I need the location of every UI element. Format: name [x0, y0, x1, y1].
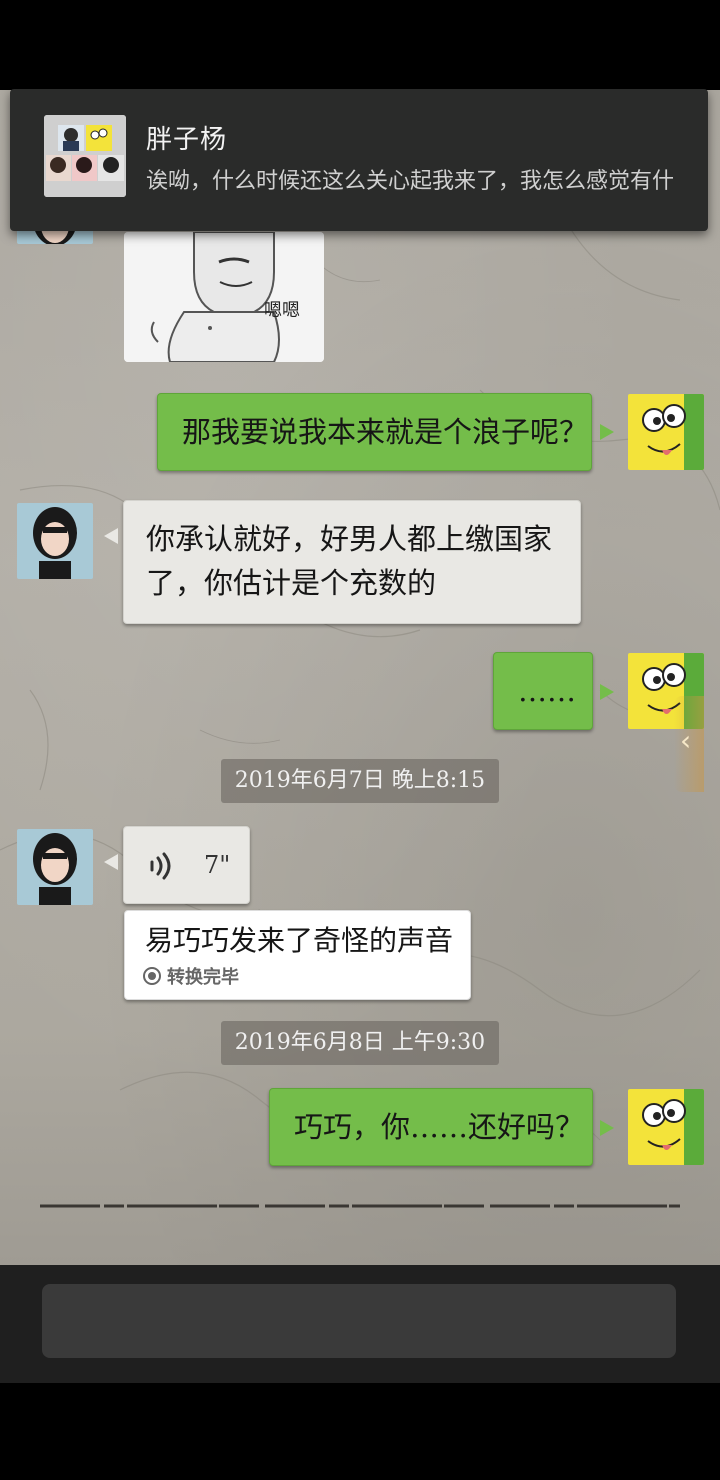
paper-edge — [40, 1204, 680, 1208]
notification-text: 诶呦，什么时候还这么关心起我来了，我怎么感觉有什 — [146, 169, 675, 194]
timestamp-text: 2019年6月8日 上午9:30 — [234, 1030, 486, 1055]
sticker-image[interactable]: 嗯嗯 — [124, 232, 324, 362]
chevron-left-icon: ‹ — [680, 724, 692, 757]
timestamp: 2019年6月8日 上午9:30 — [221, 1021, 499, 1065]
voice-wave-icon — [150, 852, 171, 880]
message-bubble-sent[interactable]: 巧巧，你……还好吗？ — [269, 1088, 593, 1166]
timestamp-text: 2019年6月7日 晚上8:15 — [234, 768, 486, 793]
contact-avatar[interactable] — [17, 503, 93, 579]
status-bar — [0, 0, 720, 90]
side-drawer-handle[interactable]: ‹ — [674, 696, 704, 792]
transcript-text: 易巧巧发来了奇怪的声音 — [145, 924, 454, 957]
check-circle-icon — [143, 967, 161, 985]
voice-transcript-bubble[interactable]: 易巧巧发来了奇怪的声音 转换完毕 — [124, 910, 471, 1000]
contact-avatar[interactable] — [17, 829, 93, 905]
message-text: 那我要说我本来就是个浪子呢？ — [182, 415, 589, 449]
voice-duration: 7" — [204, 851, 231, 879]
bubble-tail — [600, 684, 614, 700]
message-text-line1: 你承认就好，好男人都上缴国家 — [146, 522, 553, 556]
bubble-tail — [104, 854, 118, 870]
message-bubble-received[interactable]: 你承认就好，好男人都上缴国家 了，你估计是个充数的 — [123, 500, 581, 624]
notification-banner[interactable]: 胖子杨 诶呦，什么时候还这么关心起我来了，我怎么感觉有什 — [10, 89, 708, 231]
message-bubble-sent[interactable]: …… — [493, 652, 593, 730]
my-avatar-sponge[interactable] — [628, 1089, 704, 1165]
input-bar — [0, 1265, 720, 1383]
transcript-status: 转换完毕 — [143, 965, 239, 990]
voice-message-bubble[interactable]: 7" — [123, 826, 250, 904]
bubble-tail — [600, 1120, 614, 1136]
group-avatar — [44, 115, 126, 197]
timestamp: 2019年6月7日 晚上8:15 — [221, 759, 499, 803]
navigation-bar — [0, 1383, 720, 1480]
message-text-line2: 了，你估计是个充数的 — [146, 566, 437, 600]
bubble-tail — [104, 528, 118, 544]
sticker-caption: 嗯嗯 — [264, 300, 300, 321]
notification-title: 胖子杨 — [146, 125, 228, 155]
message-input[interactable] — [42, 1284, 676, 1358]
my-avatar-sponge[interactable] — [628, 394, 704, 470]
bubble-tail — [600, 424, 614, 440]
message-text: …… — [518, 674, 576, 708]
message-bubble-sent[interactable]: 那我要说我本来就是个浪子呢？ — [157, 393, 592, 471]
message-text: 巧巧，你……还好吗？ — [294, 1110, 585, 1144]
transcript-status-text: 转换完毕 — [167, 967, 239, 988]
